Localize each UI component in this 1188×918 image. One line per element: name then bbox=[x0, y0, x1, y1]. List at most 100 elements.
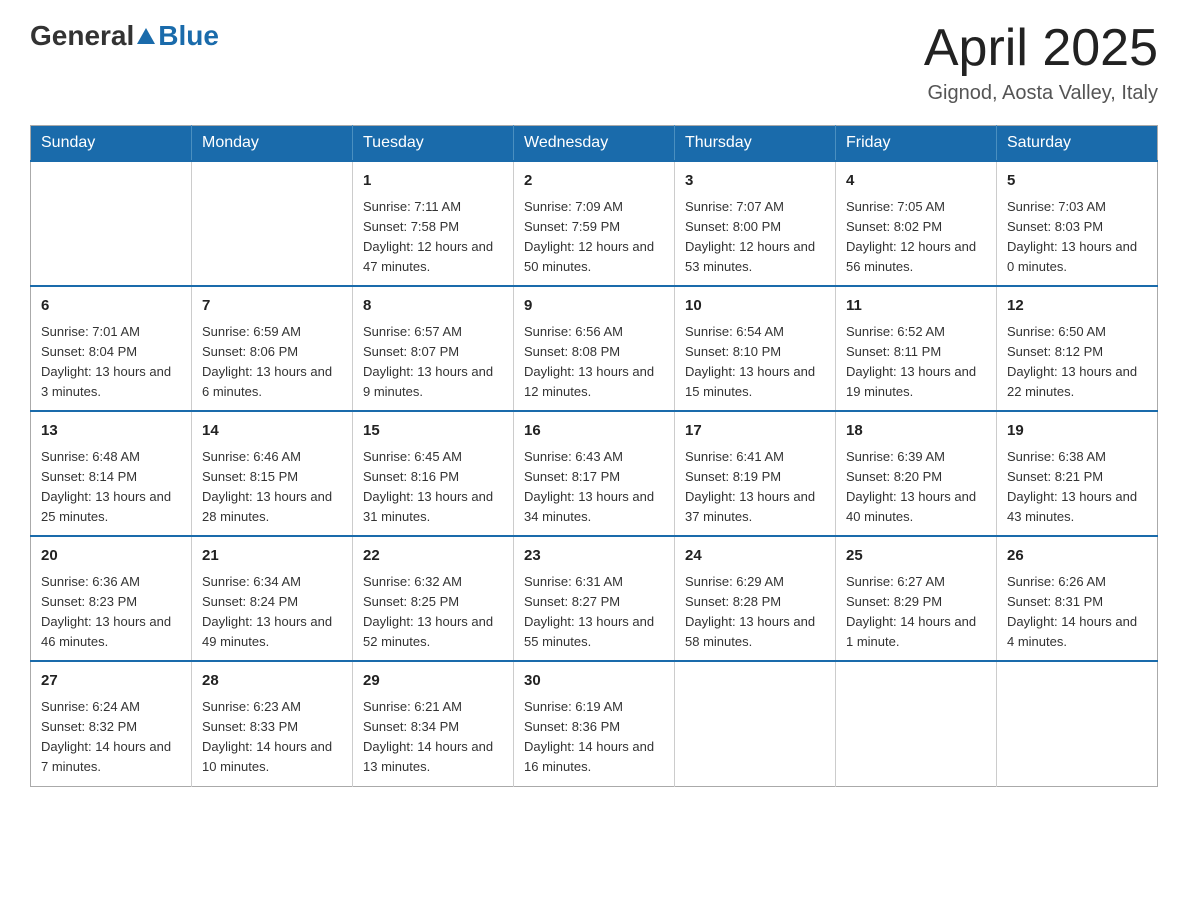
calendar-day-cell: 29 Sunrise: 6:21 AM Sunset: 8:34 PM Dayli… bbox=[353, 661, 514, 786]
calendar-week-row: 13 Sunrise: 6:48 AM Sunset: 8:14 PM Dayli… bbox=[31, 411, 1158, 536]
day-info: Sunrise: 6:39 AM Sunset: 8:20 PM Dayligh… bbox=[846, 447, 986, 528]
day-number: 30 bbox=[524, 670, 664, 693]
day-info: Sunrise: 7:09 AM Sunset: 7:59 PM Dayligh… bbox=[524, 197, 664, 278]
day-number: 10 bbox=[685, 295, 825, 318]
day-info: Sunrise: 6:50 AM Sunset: 8:12 PM Dayligh… bbox=[1007, 322, 1147, 403]
day-number: 29 bbox=[363, 670, 503, 693]
day-info: Sunrise: 7:05 AM Sunset: 8:02 PM Dayligh… bbox=[846, 197, 986, 278]
logo-blue-text: Blue bbox=[158, 20, 219, 52]
calendar-day-cell: 18 Sunrise: 6:39 AM Sunset: 8:20 PM Dayli… bbox=[836, 411, 997, 536]
calendar-day-cell: 1Sunrise: 7:11 AM Sunset: 7:58 PM Daylig… bbox=[353, 161, 514, 286]
day-number: 12 bbox=[1007, 295, 1147, 318]
day-number: 2 bbox=[524, 170, 664, 193]
day-number: 24 bbox=[685, 545, 825, 568]
day-number: 26 bbox=[1007, 545, 1147, 568]
day-number: 6 bbox=[41, 295, 181, 318]
calendar-day-cell: 16 Sunrise: 6:43 AM Sunset: 8:17 PM Dayli… bbox=[514, 411, 675, 536]
day-info: Sunrise: 7:01 AM Sunset: 8:04 PM Dayligh… bbox=[41, 322, 181, 403]
day-info: Sunrise: 6:45 AM Sunset: 8:16 PM Dayligh… bbox=[363, 447, 503, 528]
day-number: 3 bbox=[685, 170, 825, 193]
day-info: Sunrise: 6:36 AM Sunset: 8:23 PM Dayligh… bbox=[41, 572, 181, 653]
calendar-day-cell: 14 Sunrise: 6:46 AM Sunset: 8:15 PM Dayli… bbox=[192, 411, 353, 536]
calendar-table: SundayMondayTuesdayWednesdayThursdayFrid… bbox=[30, 125, 1158, 786]
day-number: 14 bbox=[202, 420, 342, 443]
day-number: 1 bbox=[363, 170, 503, 193]
calendar-day-cell: 24 Sunrise: 6:29 AM Sunset: 8:28 PM Dayli… bbox=[675, 536, 836, 661]
calendar-day-cell: 12 Sunrise: 6:50 AM Sunset: 8:12 PM Dayli… bbox=[997, 286, 1158, 411]
calendar-day-cell bbox=[836, 661, 997, 786]
day-info: Sunrise: 6:21 AM Sunset: 8:34 PM Dayligh… bbox=[363, 697, 503, 778]
day-number: 13 bbox=[41, 420, 181, 443]
calendar-day-cell bbox=[192, 161, 353, 286]
calendar-day-cell: 5 Sunrise: 7:03 AM Sunset: 8:03 PM Daylig… bbox=[997, 161, 1158, 286]
day-number: 8 bbox=[363, 295, 503, 318]
calendar-week-row: 6 Sunrise: 7:01 AM Sunset: 8:04 PM Daylig… bbox=[31, 286, 1158, 411]
day-info: Sunrise: 6:19 AM Sunset: 8:36 PM Dayligh… bbox=[524, 697, 664, 778]
day-number: 23 bbox=[524, 545, 664, 568]
day-number: 21 bbox=[202, 545, 342, 568]
calendar-day-cell bbox=[997, 661, 1158, 786]
logo: General Blue bbox=[30, 20, 219, 52]
day-number: 16 bbox=[524, 420, 664, 443]
calendar-day-cell: 27 Sunrise: 6:24 AM Sunset: 8:32 PM Dayli… bbox=[31, 661, 192, 786]
day-info: Sunrise: 6:52 AM Sunset: 8:11 PM Dayligh… bbox=[846, 322, 986, 403]
day-info: Sunrise: 6:29 AM Sunset: 8:28 PM Dayligh… bbox=[685, 572, 825, 653]
calendar-day-cell: 23 Sunrise: 6:31 AM Sunset: 8:27 PM Dayli… bbox=[514, 536, 675, 661]
day-number: 25 bbox=[846, 545, 986, 568]
day-info: Sunrise: 6:48 AM Sunset: 8:14 PM Dayligh… bbox=[41, 447, 181, 528]
day-info: Sunrise: 6:57 AM Sunset: 8:07 PM Dayligh… bbox=[363, 322, 503, 403]
logo-general-text: General bbox=[30, 20, 134, 52]
calendar-day-cell: 17 Sunrise: 6:41 AM Sunset: 8:19 PM Dayli… bbox=[675, 411, 836, 536]
calendar-day-cell: 10Sunrise: 6:54 AM Sunset: 8:10 PM Dayli… bbox=[675, 286, 836, 411]
day-info: Sunrise: 6:31 AM Sunset: 8:27 PM Dayligh… bbox=[524, 572, 664, 653]
day-info: Sunrise: 6:59 AM Sunset: 8:06 PM Dayligh… bbox=[202, 322, 342, 403]
calendar-day-cell: 21 Sunrise: 6:34 AM Sunset: 8:24 PM Dayli… bbox=[192, 536, 353, 661]
calendar-day-cell: 11 Sunrise: 6:52 AM Sunset: 8:11 PM Dayli… bbox=[836, 286, 997, 411]
day-number: 5 bbox=[1007, 170, 1147, 193]
calendar-weekday-header: Thursday bbox=[675, 126, 836, 162]
calendar-day-cell: 22Sunrise: 6:32 AM Sunset: 8:25 PM Dayli… bbox=[353, 536, 514, 661]
title-area: April 2025 Gignod, Aosta Valley, Italy bbox=[924, 20, 1158, 105]
calendar-weekday-header: Monday bbox=[192, 126, 353, 162]
calendar-day-cell: 28Sunrise: 6:23 AM Sunset: 8:33 PM Dayli… bbox=[192, 661, 353, 786]
day-info: Sunrise: 6:27 AM Sunset: 8:29 PM Dayligh… bbox=[846, 572, 986, 653]
calendar-day-cell: 6 Sunrise: 7:01 AM Sunset: 8:04 PM Daylig… bbox=[31, 286, 192, 411]
day-info: Sunrise: 6:56 AM Sunset: 8:08 PM Dayligh… bbox=[524, 322, 664, 403]
calendar-day-cell: 25 Sunrise: 6:27 AM Sunset: 8:29 PM Dayli… bbox=[836, 536, 997, 661]
day-info: Sunrise: 6:43 AM Sunset: 8:17 PM Dayligh… bbox=[524, 447, 664, 528]
calendar-week-row: 27 Sunrise: 6:24 AM Sunset: 8:32 PM Dayli… bbox=[31, 661, 1158, 786]
day-number: 19 bbox=[1007, 420, 1147, 443]
day-info: Sunrise: 6:46 AM Sunset: 8:15 PM Dayligh… bbox=[202, 447, 342, 528]
calendar-day-cell: 8 Sunrise: 6:57 AM Sunset: 8:07 PM Daylig… bbox=[353, 286, 514, 411]
calendar-day-cell: 2 Sunrise: 7:09 AM Sunset: 7:59 PM Daylig… bbox=[514, 161, 675, 286]
logo-arrow-icon bbox=[135, 25, 157, 47]
day-number: 22 bbox=[363, 545, 503, 568]
day-number: 17 bbox=[685, 420, 825, 443]
day-info: Sunrise: 7:07 AM Sunset: 8:00 PM Dayligh… bbox=[685, 197, 825, 278]
day-number: 18 bbox=[846, 420, 986, 443]
calendar-weekday-header: Wednesday bbox=[514, 126, 675, 162]
calendar-day-cell: 4Sunrise: 7:05 AM Sunset: 8:02 PM Daylig… bbox=[836, 161, 997, 286]
calendar-day-cell: 30 Sunrise: 6:19 AM Sunset: 8:36 PM Dayli… bbox=[514, 661, 675, 786]
day-info: Sunrise: 6:34 AM Sunset: 8:24 PM Dayligh… bbox=[202, 572, 342, 653]
calendar-day-cell bbox=[675, 661, 836, 786]
day-number: 20 bbox=[41, 545, 181, 568]
day-number: 28 bbox=[202, 670, 342, 693]
day-number: 11 bbox=[846, 295, 986, 318]
calendar-day-cell: 9Sunrise: 6:56 AM Sunset: 8:08 PM Daylig… bbox=[514, 286, 675, 411]
calendar-weekday-header: Tuesday bbox=[353, 126, 514, 162]
page-subtitle: Gignod, Aosta Valley, Italy bbox=[924, 82, 1158, 105]
day-info: Sunrise: 6:24 AM Sunset: 8:32 PM Dayligh… bbox=[41, 697, 181, 778]
calendar-day-cell: 7Sunrise: 6:59 AM Sunset: 8:06 PM Daylig… bbox=[192, 286, 353, 411]
day-info: Sunrise: 6:38 AM Sunset: 8:21 PM Dayligh… bbox=[1007, 447, 1147, 528]
page-header: General Blue April 2025 Gignod, Aosta Va… bbox=[30, 20, 1158, 105]
calendar-weekday-header: Saturday bbox=[997, 126, 1158, 162]
day-info: Sunrise: 7:03 AM Sunset: 8:03 PM Dayligh… bbox=[1007, 197, 1147, 278]
day-info: Sunrise: 6:41 AM Sunset: 8:19 PM Dayligh… bbox=[685, 447, 825, 528]
calendar-day-cell: 26 Sunrise: 6:26 AM Sunset: 8:31 PM Dayli… bbox=[997, 536, 1158, 661]
day-number: 27 bbox=[41, 670, 181, 693]
calendar-day-cell: 3 Sunrise: 7:07 AM Sunset: 8:00 PM Daylig… bbox=[675, 161, 836, 286]
calendar-day-cell: 15Sunrise: 6:45 AM Sunset: 8:16 PM Dayli… bbox=[353, 411, 514, 536]
day-info: Sunrise: 6:26 AM Sunset: 8:31 PM Dayligh… bbox=[1007, 572, 1147, 653]
calendar-day-cell bbox=[31, 161, 192, 286]
